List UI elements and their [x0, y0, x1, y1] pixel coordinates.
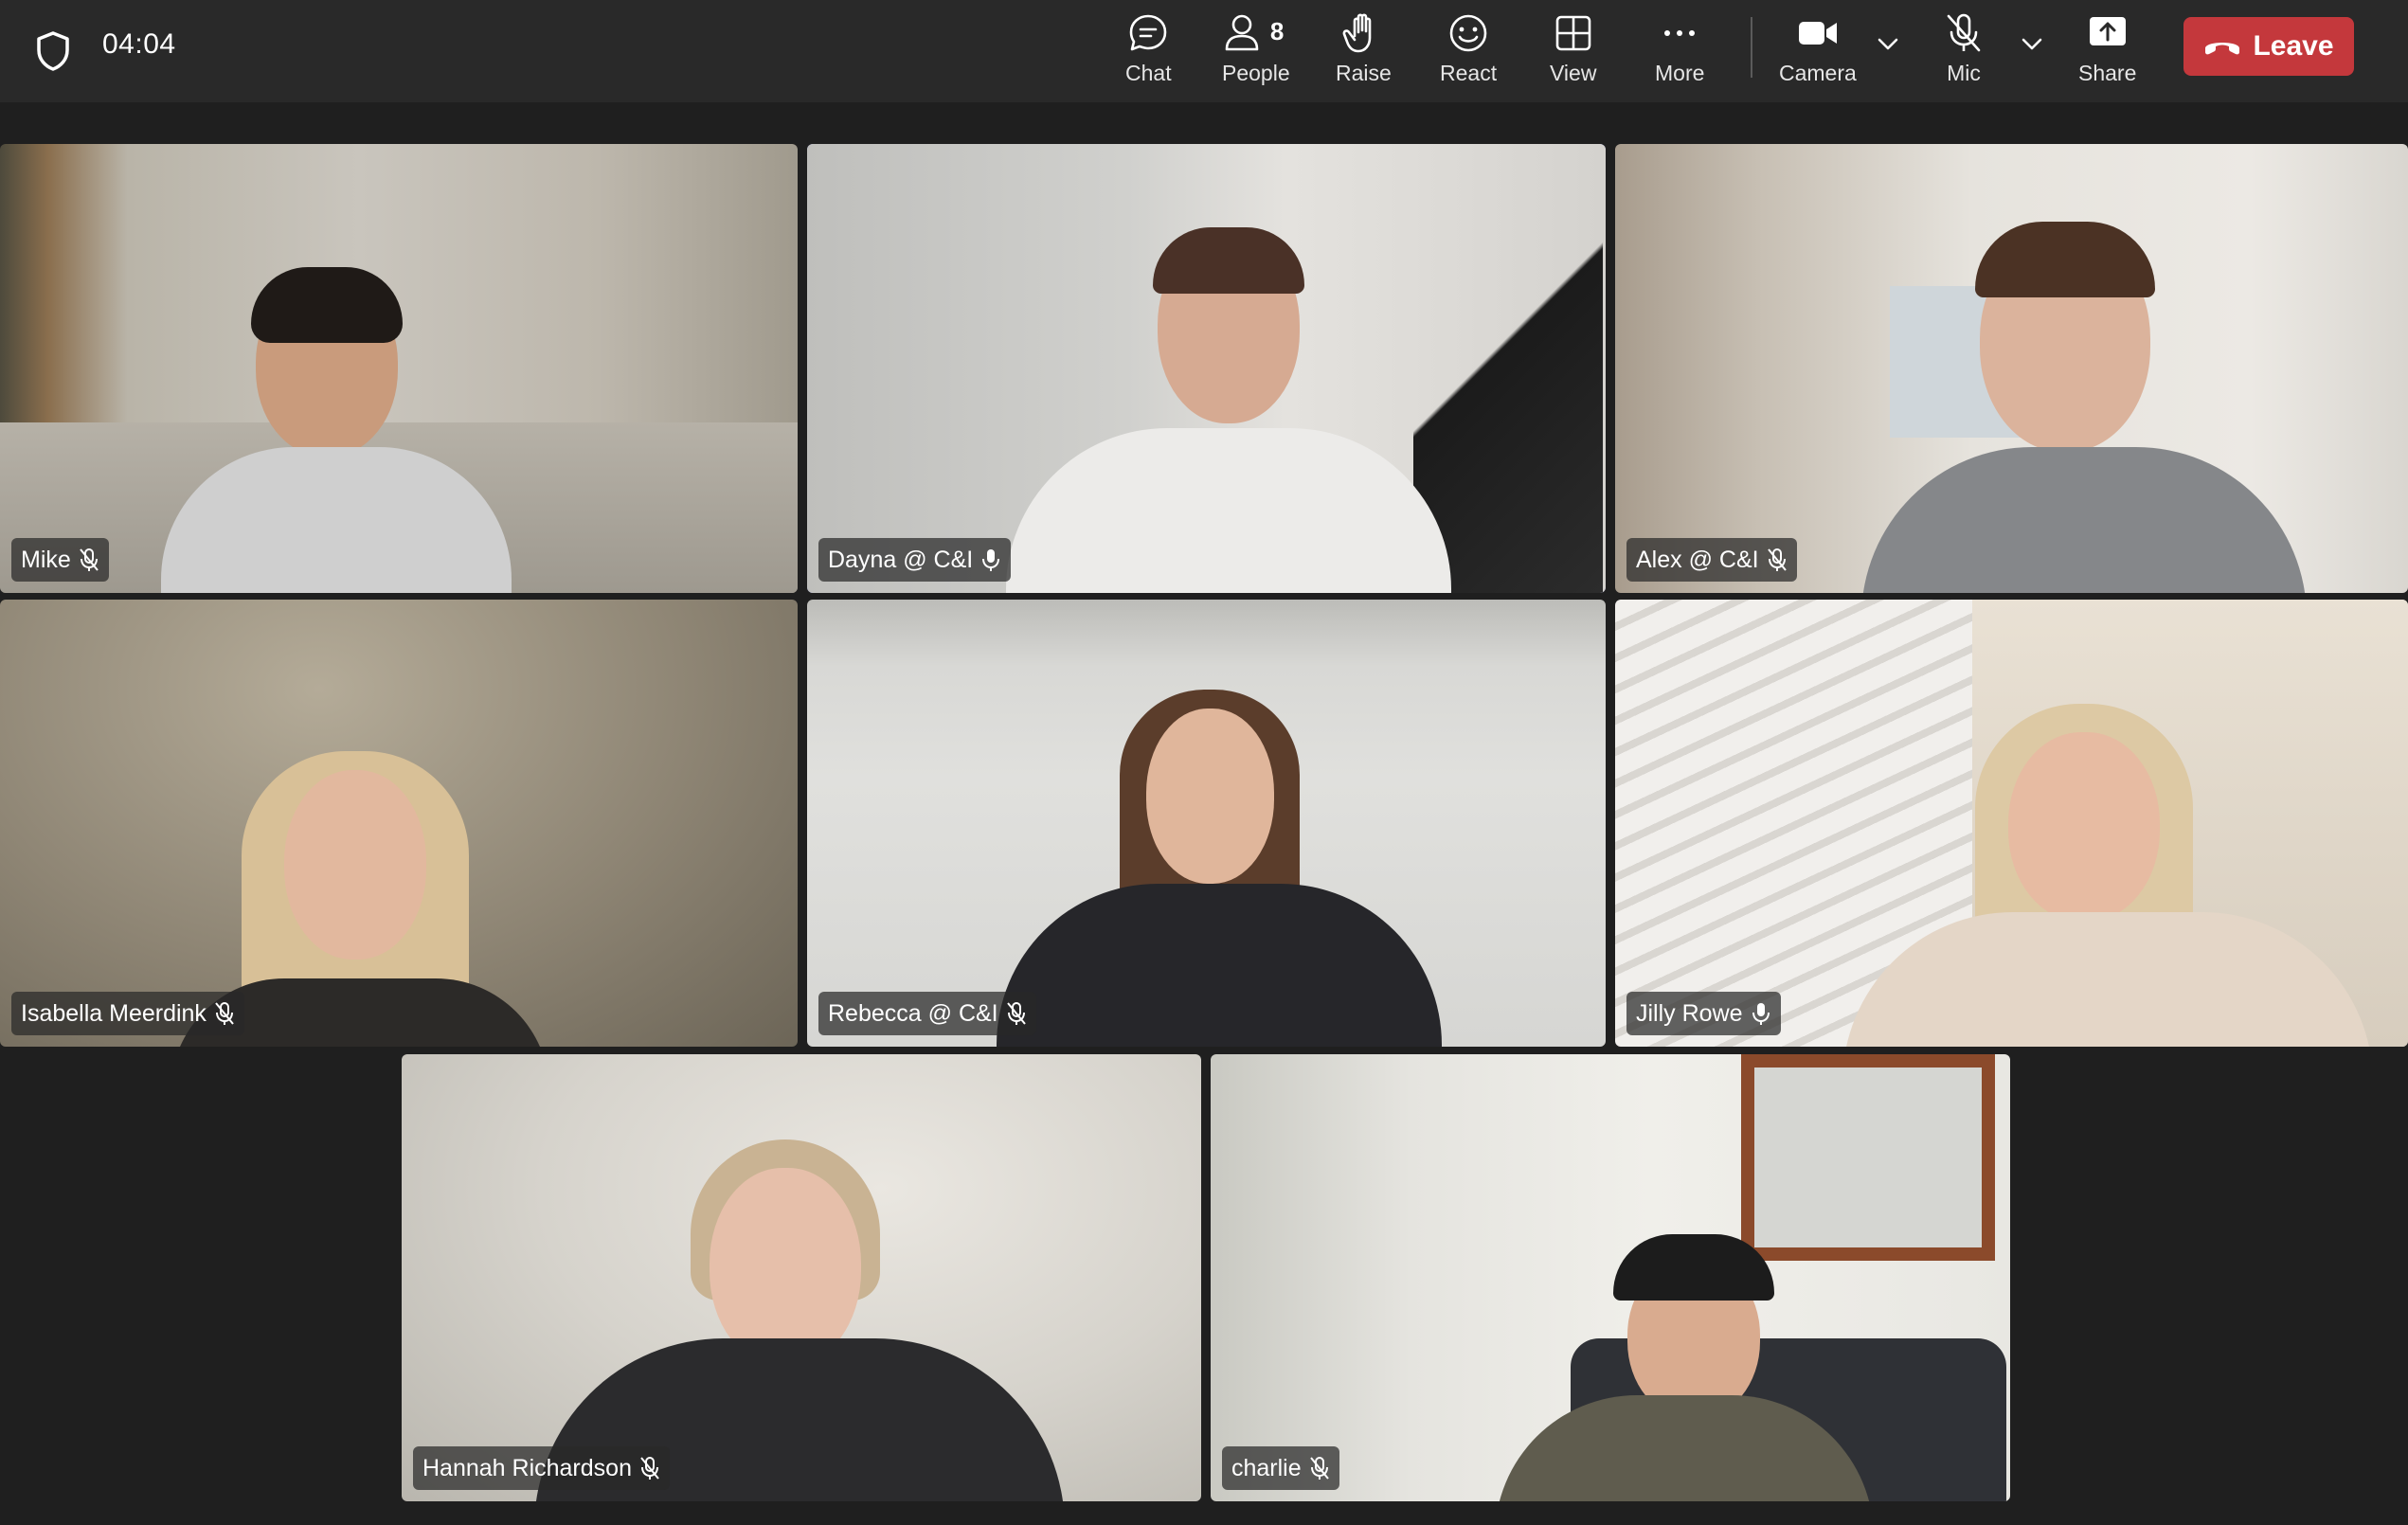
participant-nametag: Dayna @ C&I — [818, 538, 1012, 582]
react-label: React — [1440, 61, 1498, 85]
react-button[interactable]: React — [1440, 11, 1497, 93]
video-tile-active-speaker[interactable]: Dayna @ C&I — [807, 144, 1606, 593]
mic-muted-icon — [1006, 1002, 1026, 1025]
mic-options-chevron-icon[interactable] — [2016, 28, 2048, 61]
camera-icon — [1798, 22, 1837, 45]
mic-button[interactable]: Mic — [1942, 11, 1986, 93]
participant-head — [710, 1168, 861, 1367]
video-tile[interactable]: Alex @ C&I — [1615, 144, 2408, 593]
people-label: People — [1222, 61, 1290, 85]
participant-name: Dayna @ C&I — [828, 546, 974, 573]
video-mirror — [1741, 1054, 1995, 1261]
video-tile[interactable]: Isabella Meerdink — [0, 600, 798, 1047]
raise-hand-button[interactable]: Raise — [1336, 11, 1392, 93]
more-icon — [1664, 30, 1696, 36]
view-label: View — [1550, 61, 1597, 85]
leave-button[interactable]: Leave — [2183, 17, 2354, 76]
shield-icon — [37, 31, 69, 71]
participant-name: Alex @ C&I — [1636, 546, 1759, 573]
smiley-icon — [1449, 14, 1487, 52]
participant-nametag: Alex @ C&I — [1626, 538, 1797, 582]
video-tile[interactable]: Hannah Richardson — [402, 1054, 1201, 1501]
people-icon — [1225, 14, 1259, 51]
mic-muted-icon — [215, 1002, 234, 1025]
video-staircase — [1413, 144, 1603, 593]
share-button[interactable]: Share — [2078, 11, 2136, 93]
participant-head — [2008, 732, 2160, 922]
camera-label: Camera — [1779, 61, 1857, 85]
participant-hair — [251, 267, 403, 343]
participant-nametag: Mike — [11, 538, 109, 582]
participant-name: Rebecca @ C&I — [828, 999, 998, 1027]
mic-muted-icon — [640, 1457, 659, 1480]
video-tile[interactable]: Mike — [0, 144, 798, 593]
more-button[interactable]: More — [1655, 11, 1704, 93]
chat-label: Chat — [1125, 61, 1172, 85]
people-button[interactable]: 8 People — [1222, 11, 1290, 93]
share-screen-icon — [2089, 17, 2126, 45]
more-label: More — [1655, 61, 1705, 85]
participant-nametag: Jilly Rowe — [1626, 992, 1781, 1035]
chat-icon — [1129, 14, 1167, 51]
participant-head — [284, 770, 426, 960]
participant-nametag: Hannah Richardson — [413, 1446, 670, 1490]
grid-view-icon — [1555, 15, 1591, 51]
mic-icon — [1752, 1003, 1770, 1025]
camera-button[interactable]: Camera — [1779, 11, 1857, 93]
mic-muted-icon — [1767, 548, 1787, 571]
participant-name: charlie — [1231, 1454, 1302, 1481]
meeting-timer: 04:04 — [102, 28, 176, 60]
mic-muted-icon — [1947, 13, 1981, 52]
participant-name: Jilly Rowe — [1636, 999, 1743, 1027]
people-count: 8 — [1269, 17, 1285, 45]
raise-label: Raise — [1336, 61, 1392, 85]
raise-hand-icon — [1342, 13, 1372, 53]
meeting-toolbar: 04:04 Chat 8 People Raise React View Mor… — [0, 0, 2408, 102]
video-tile[interactable]: charlie — [1211, 1054, 2010, 1501]
participant-head — [1146, 709, 1274, 884]
view-button[interactable]: View — [1550, 11, 1596, 93]
mic-muted-icon — [1309, 1457, 1329, 1480]
video-tile[interactable]: Rebecca @ C&I — [807, 600, 1606, 1047]
leave-label: Leave — [2253, 30, 2334, 62]
share-label: Share — [2078, 61, 2137, 85]
participant-nametag: Rebecca @ C&I — [818, 992, 1036, 1035]
mic-label: Mic — [1947, 61, 1981, 85]
mic-muted-icon — [80, 548, 99, 571]
participant-nametag: charlie — [1222, 1446, 1339, 1490]
camera-options-chevron-icon[interactable] — [1872, 28, 1904, 61]
mic-icon — [982, 549, 1000, 571]
participant-nametag: Isabella Meerdink — [11, 992, 244, 1035]
participant-name: Mike — [21, 546, 71, 573]
participant-name: Hannah Richardson — [422, 1454, 632, 1481]
video-tile[interactable]: Jilly Rowe — [1615, 600, 2408, 1047]
participant-name: Isabella Meerdink — [21, 999, 207, 1027]
hang-up-icon — [2205, 43, 2240, 55]
chat-button[interactable]: Chat — [1125, 11, 1172, 93]
toolbar-divider — [1751, 17, 1752, 78]
